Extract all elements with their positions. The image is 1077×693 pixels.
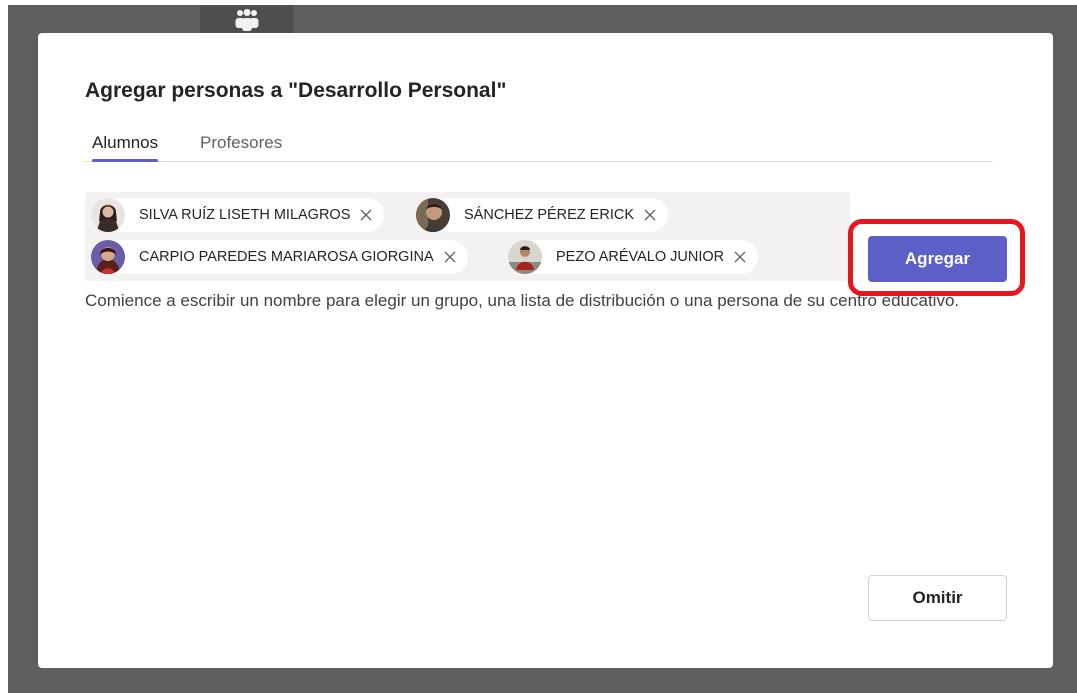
close-icon[interactable] bbox=[358, 207, 374, 223]
person-name: CARPIO PAREDES MARIAROSA GIORGINA bbox=[139, 249, 434, 265]
skip-button[interactable]: Omitir bbox=[868, 575, 1007, 621]
tab-alumnos[interactable]: Alumnos bbox=[92, 131, 159, 162]
close-icon[interactable] bbox=[642, 207, 658, 223]
tab-profesores[interactable]: Profesores bbox=[200, 131, 282, 162]
person-chip: PEZO ARÉVALO JUNIOR bbox=[508, 240, 759, 274]
person-chip: SÁNCHEZ PÉREZ ERICK bbox=[416, 198, 668, 232]
close-icon[interactable] bbox=[732, 249, 748, 265]
person-name: PEZO ARÉVALO JUNIOR bbox=[556, 249, 725, 265]
role-tabs: Alumnos Profesores bbox=[85, 131, 993, 162]
teams-app-button[interactable] bbox=[200, 5, 293, 33]
person-chip: SILVA RUÍZ LISETH MILAGROS bbox=[91, 198, 385, 232]
helper-text: Comience a escribir un nombre para elegi… bbox=[85, 291, 960, 310]
add-people-dialog: Agregar personas a "Desarrollo Personal"… bbox=[38, 33, 1053, 668]
avatar bbox=[416, 198, 450, 232]
person-name: SÁNCHEZ PÉREZ ERICK bbox=[464, 207, 634, 223]
close-icon[interactable] bbox=[442, 249, 458, 265]
person-chip: CARPIO PAREDES MARIAROSA GIORGINA bbox=[91, 240, 468, 274]
person-name: SILVA RUÍZ LISETH MILAGROS bbox=[139, 207, 351, 223]
people-picker-input[interactable]: SILVA RUÍZ LISETH MILAGROS SÁNCHEZ PÉREZ… bbox=[85, 192, 850, 281]
avatar bbox=[91, 198, 125, 232]
add-button[interactable]: Agregar bbox=[868, 236, 1007, 282]
people-team-icon bbox=[235, 9, 258, 31]
dialog-title: Agregar personas a "Desarrollo Personal" bbox=[85, 79, 507, 102]
avatar bbox=[91, 240, 125, 274]
avatar bbox=[508, 240, 542, 274]
